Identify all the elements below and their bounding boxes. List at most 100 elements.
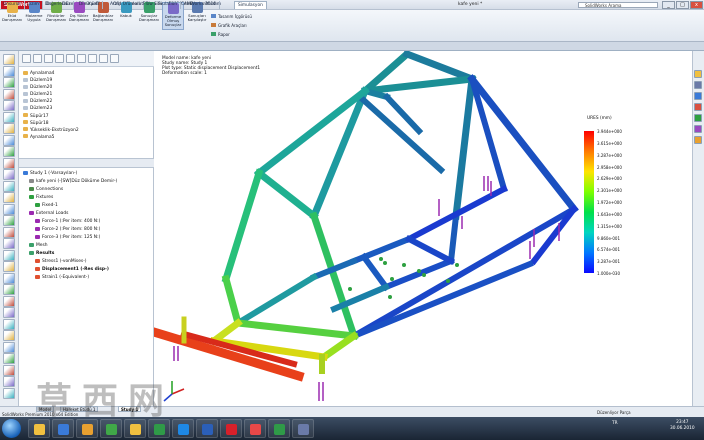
study-tree-item[interactable]: Displacement1 (-Res disp-) [23, 266, 117, 274]
file-explorer-icon[interactable] [694, 92, 702, 100]
more-tab-icon[interactable] [110, 54, 119, 63]
tab-5[interactable]: Flow Simulation [140, 1, 182, 9]
left-tool-icon[interactable] [3, 77, 15, 88]
study-tree-item[interactable]: Results [23, 250, 117, 258]
study-tree-item[interactable]: Strain1 (-Equivalent-) [23, 274, 117, 282]
tab-7[interactable]: Simulasyon [234, 1, 267, 9]
left-tool-icon[interactable] [3, 307, 15, 318]
design-insight-button[interactable]: Tasarım İçgörüsü [211, 14, 252, 19]
custom-properties-icon[interactable] [694, 136, 702, 144]
minimize-button[interactable]: _ [662, 1, 675, 9]
feature-tree-item[interactable]: Süpür17 [23, 113, 79, 120]
tab-1[interactable]: Çizim [24, 1, 43, 9]
left-tool-icon[interactable] [3, 295, 15, 307]
taskbar-app-calc[interactable] [292, 419, 314, 438]
feature-tree-tab-icon[interactable] [22, 54, 31, 63]
close-button[interactable]: x [690, 1, 703, 9]
maximize-button[interactable]: □ [676, 1, 689, 9]
tab-6[interactable]: CAMWorks 2010 [178, 1, 221, 9]
left-tool-icon[interactable] [3, 215, 15, 226]
tab-4[interactable]: Ofis Ürünleri [110, 1, 144, 9]
left-tool-icon[interactable] [3, 54, 15, 65]
left-tool-icon[interactable] [3, 330, 15, 341]
study-tree-item[interactable]: Force-1 (:Per item: 400 N:) [23, 218, 117, 226]
taskbar-app-media[interactable] [52, 419, 74, 438]
study-tree-item[interactable]: Mesh [23, 242, 117, 250]
left-tool-icon[interactable] [3, 272, 15, 284]
appearances-icon[interactable] [694, 125, 702, 133]
view-palette-icon[interactable] [694, 114, 702, 122]
tab-2[interactable]: Değerlendir [42, 1, 75, 9]
taskbar-app-excel2[interactable] [268, 419, 290, 438]
study-tree-item[interactable]: kafe yeni (-[SW]Düz Döküme Demir-) [23, 178, 117, 186]
report-button[interactable]: Rapor [211, 32, 230, 37]
feature-tree-item[interactable]: Aynalama5 [23, 134, 79, 141]
left-tool-icon[interactable] [3, 146, 15, 157]
feature-tree-item[interactable]: Düzlem19 [23, 77, 79, 84]
study-tree-item[interactable]: Study 1 (-Varsayılan-) [23, 170, 117, 178]
taskbar-app-solidworks[interactable] [220, 419, 242, 438]
feature-tree-item[interactable]: Düzlem22 [23, 98, 79, 105]
property-tab-icon[interactable] [33, 54, 42, 63]
taskbar-app-paint[interactable] [244, 419, 266, 438]
study-tree-item[interactable]: Stress1 (-vonMises-) [23, 258, 117, 266]
dimxpert-tab-icon[interactable] [55, 54, 64, 63]
clock[interactable]: 23:47 30.06.2010 [670, 420, 695, 432]
left-tool-icon[interactable] [3, 192, 15, 203]
simulation-tab-icon[interactable] [88, 54, 97, 63]
taskbar-app-explorer[interactable] [28, 419, 50, 438]
camworks-tab-icon[interactable] [77, 54, 86, 63]
feature-tree-item[interactable]: Süpür18 [23, 120, 79, 127]
tab-0[interactable]: Unsurlar [0, 1, 26, 9]
left-tool-icon[interactable] [3, 203, 15, 215]
feature-tree-item[interactable]: Aynalama4 [23, 70, 79, 77]
left-tool-icon[interactable] [3, 341, 15, 353]
toolbox-tab-icon[interactable] [99, 54, 108, 63]
language-indicator[interactable]: TR [612, 421, 618, 426]
left-tool-icon[interactable] [3, 123, 15, 134]
left-tool-icon[interactable] [3, 88, 15, 100]
left-tool-icon[interactable] [3, 353, 15, 364]
left-tool-icon[interactable] [3, 238, 15, 249]
left-tool-icon[interactable] [3, 134, 15, 146]
search-input[interactable]: SolidWorks Arama [578, 2, 658, 8]
search-results-icon[interactable] [694, 103, 702, 111]
taskbar-app-excel[interactable] [148, 419, 170, 438]
feature-tree-item[interactable]: Yükseklik-Ekstrüzyon2 [23, 127, 79, 134]
taskbar-app-ie[interactable] [172, 419, 194, 438]
left-tool-icon[interactable] [3, 111, 15, 123]
left-tool-icon[interactable] [3, 364, 15, 376]
left-tool-icon[interactable] [3, 65, 15, 77]
taskbar-app-chrome[interactable] [100, 419, 122, 438]
feature-tree-item[interactable]: Düzlem20 [23, 84, 79, 91]
study-tree-item[interactable]: Force-3 (:Per item: 125 N:) [23, 234, 117, 242]
resources-icon[interactable] [694, 70, 702, 78]
left-tool-icon[interactable] [3, 376, 15, 387]
study-tree-item[interactable]: Fixtures [23, 194, 117, 202]
display-tab-icon[interactable] [66, 54, 75, 63]
left-tool-icon[interactable] [3, 318, 15, 330]
left-tool-icon[interactable] [3, 387, 15, 399]
left-tool-icon[interactable] [3, 249, 15, 261]
configuration-tab-icon[interactable] [44, 54, 53, 63]
left-tool-icon[interactable] [3, 261, 15, 272]
study-tree-item[interactable]: Fixed-1 [23, 202, 117, 210]
taskbar-app-explorer2[interactable] [124, 419, 146, 438]
taskbar-app-folder[interactable] [76, 419, 98, 438]
design-library-icon[interactable] [694, 81, 702, 89]
tab-3[interactable]: DimXpert [76, 1, 104, 9]
panel-splitter[interactable] [19, 158, 154, 168]
plot-tools-button[interactable]: Grafik Araçları [211, 23, 247, 28]
study-tree-item[interactable]: External Loads [23, 210, 117, 218]
feature-tree-item[interactable]: Düzlem23 [23, 105, 79, 112]
left-tool-icon[interactable] [3, 180, 15, 192]
taskbar-app-word[interactable] [196, 419, 218, 438]
left-tool-icon[interactable] [3, 157, 15, 169]
study-tree-item[interactable]: Connections [23, 186, 117, 194]
left-tool-icon[interactable] [3, 169, 15, 180]
left-tool-icon[interactable] [3, 100, 15, 111]
left-tool-icon[interactable] [3, 284, 15, 295]
left-tool-icon[interactable] [3, 226, 15, 238]
feature-tree-item[interactable]: Düzlem21 [23, 91, 79, 98]
start-button[interactable] [2, 419, 21, 438]
